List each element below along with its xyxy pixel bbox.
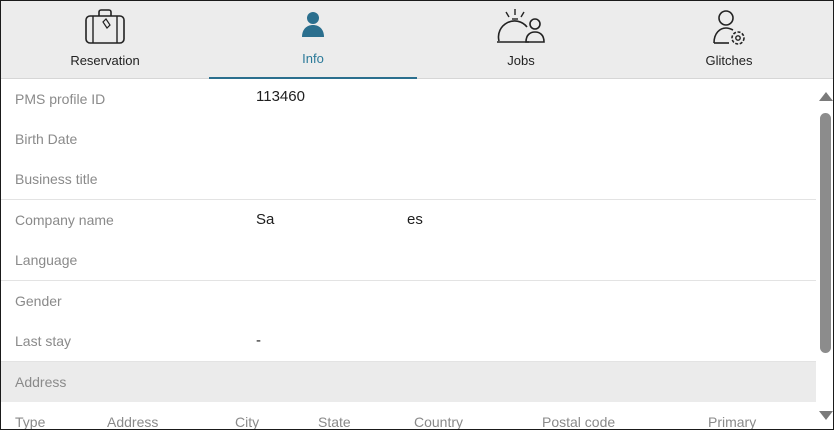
field-label: Language (15, 252, 78, 268)
tab-jobs[interactable]: Jobs (417, 1, 625, 78)
field-label: Birth Date (15, 131, 78, 147)
suitcase-icon (85, 9, 125, 44)
column-header-postal-code: Postal code (542, 414, 616, 429)
field-value: 113460 (256, 88, 305, 105)
field-row-business-title: Business title (1, 159, 816, 200)
address-section-header: Address (1, 362, 816, 402)
person-icon (302, 12, 324, 37)
section-title: Address (15, 374, 67, 390)
tab-reservation[interactable]: Reservation (1, 1, 209, 78)
column-header-city: City (235, 414, 260, 429)
tab-label: Info (302, 51, 324, 66)
field-row-gender: Gender (1, 281, 816, 322)
scroll-up-arrow-icon[interactable] (819, 92, 833, 101)
info-list: PMS profile ID 113460 Birth Date Busines… (1, 79, 816, 429)
field-row-language: Language (1, 240, 816, 281)
scroll-down-arrow-icon[interactable] (819, 411, 833, 420)
field-value: - (256, 332, 261, 349)
scrollbar-thumb[interactable] (820, 113, 831, 353)
tab-label: Jobs (507, 53, 535, 68)
field-value-suffix: es (407, 211, 423, 228)
tab-glitches[interactable]: Glitches (625, 1, 833, 78)
tab-label: Reservation (70, 53, 140, 68)
field-row-last-stay: Last stay - (1, 321, 816, 362)
field-label: Gender (15, 293, 62, 309)
field-value: Sa (256, 211, 275, 228)
vertical-scrollbar[interactable] (817, 79, 833, 429)
column-header-address: Address (107, 414, 159, 429)
field-row-pms-profile-id: PMS profile ID 113460 (1, 79, 816, 120)
tab-info[interactable]: Info (209, 1, 417, 79)
column-header-primary: Primary (708, 414, 757, 429)
cloche-person-icon (497, 9, 545, 43)
user-gear-icon (713, 10, 745, 45)
column-header-type: Type (15, 414, 46, 429)
tab-bar: Reservation Info Jobs Glitches (1, 1, 833, 79)
field-label: Company name (15, 212, 114, 228)
address-table-header: Type Address City State Country Postal c… (1, 403, 816, 429)
column-header-country: Country (414, 414, 464, 429)
field-row-company-name: Company name Sa es (1, 200, 816, 241)
field-label: Last stay (15, 333, 72, 349)
field-label: Business title (15, 171, 98, 187)
field-row-birth-date: Birth Date (1, 119, 816, 160)
column-header-state: State (318, 414, 351, 429)
tab-label: Glitches (705, 53, 753, 68)
field-label: PMS profile ID (15, 91, 106, 107)
guest-profile-panel: Reservation Info Jobs Glitches PMS profi… (0, 0, 834, 430)
